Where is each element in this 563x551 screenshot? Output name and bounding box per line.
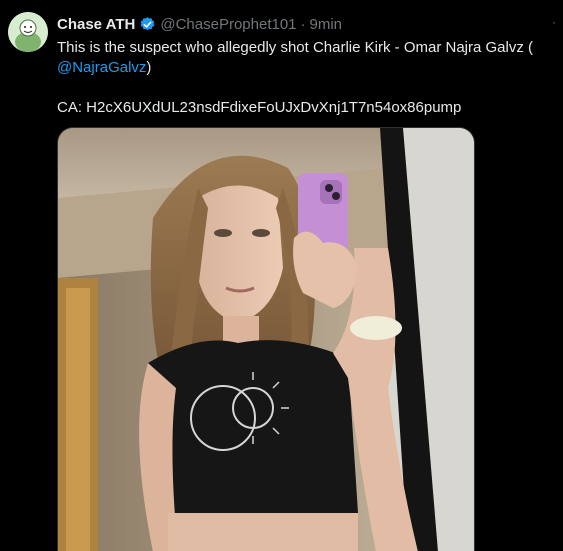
tweet-text-line: This is the suspect who allegedly shot C… [57,38,547,78]
avatar-image [8,12,48,52]
tweet-header: Chase ATH @ChaseProphet101 · 9min [57,14,342,34]
user-handle[interactable]: @ChaseProphet101 [160,16,296,33]
photo-image [58,128,474,551]
verified-badge-icon [139,16,156,33]
avatar[interactable] [8,12,48,52]
header-separator: · [300,15,306,33]
tweet-timestamp[interactable]: 9min [310,16,343,33]
tweet-text-prefix: This is the suspect who allegedly shot C… [57,39,534,56]
tweet-text: This is the suspect who allegedly shot C… [57,38,547,118]
contract-address-text: CA: H2cX6UXdUL23nsdFdixeFoUJxDvXnj1T7n54… [57,99,462,116]
display-name[interactable]: Chase ATH [57,16,135,33]
more-options-icon[interactable]: · [547,12,561,32]
tweet-text-suffix: ) [146,59,152,76]
tweet-media-photo[interactable] [57,127,475,551]
mention-link[interactable]: @NajraGalvz [57,59,146,76]
tweet-card[interactable]: Chase ATH @ChaseProphet101 · 9min · This… [0,0,563,551]
